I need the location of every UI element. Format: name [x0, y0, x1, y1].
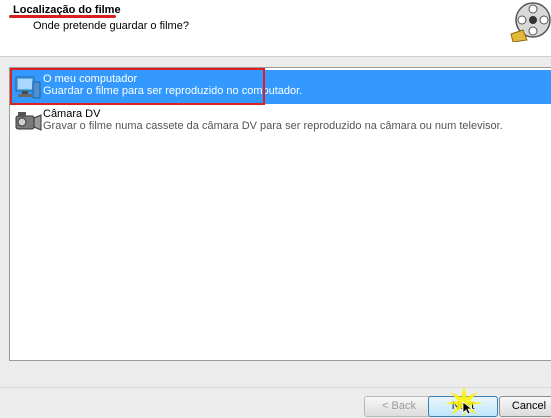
- option-description: Gravar o filme numa cassete da câmara DV…: [43, 120, 503, 132]
- cancel-button[interactable]: Cancel: [499, 396, 551, 417]
- title-underline-annotation: [9, 15, 116, 18]
- film-reel-icon: [510, 2, 551, 42]
- destination-list[interactable]: O meu computador Guardar o filme para se…: [9, 67, 551, 361]
- page-subtitle: Onde pretende guardar o filme?: [33, 20, 189, 32]
- footer-divider: [0, 387, 551, 388]
- option-my-computer[interactable]: O meu computador Guardar o filme para se…: [10, 70, 551, 104]
- back-button[interactable]: < Back: [364, 396, 434, 417]
- wizard-header: Localização do filme Onde pretende guard…: [0, 0, 551, 57]
- option-label: O meu computador: [43, 73, 138, 85]
- mouse-cursor-icon: [462, 401, 474, 415]
- camcorder-icon: [15, 112, 42, 131]
- option-label: Câmara DV: [43, 108, 101, 120]
- option-dv-camera[interactable]: Câmara DV Gravar o filme numa cassete da…: [10, 105, 551, 139]
- option-description: Guardar o filme para ser reproduzido no …: [43, 85, 303, 97]
- computer-icon: [15, 76, 41, 99]
